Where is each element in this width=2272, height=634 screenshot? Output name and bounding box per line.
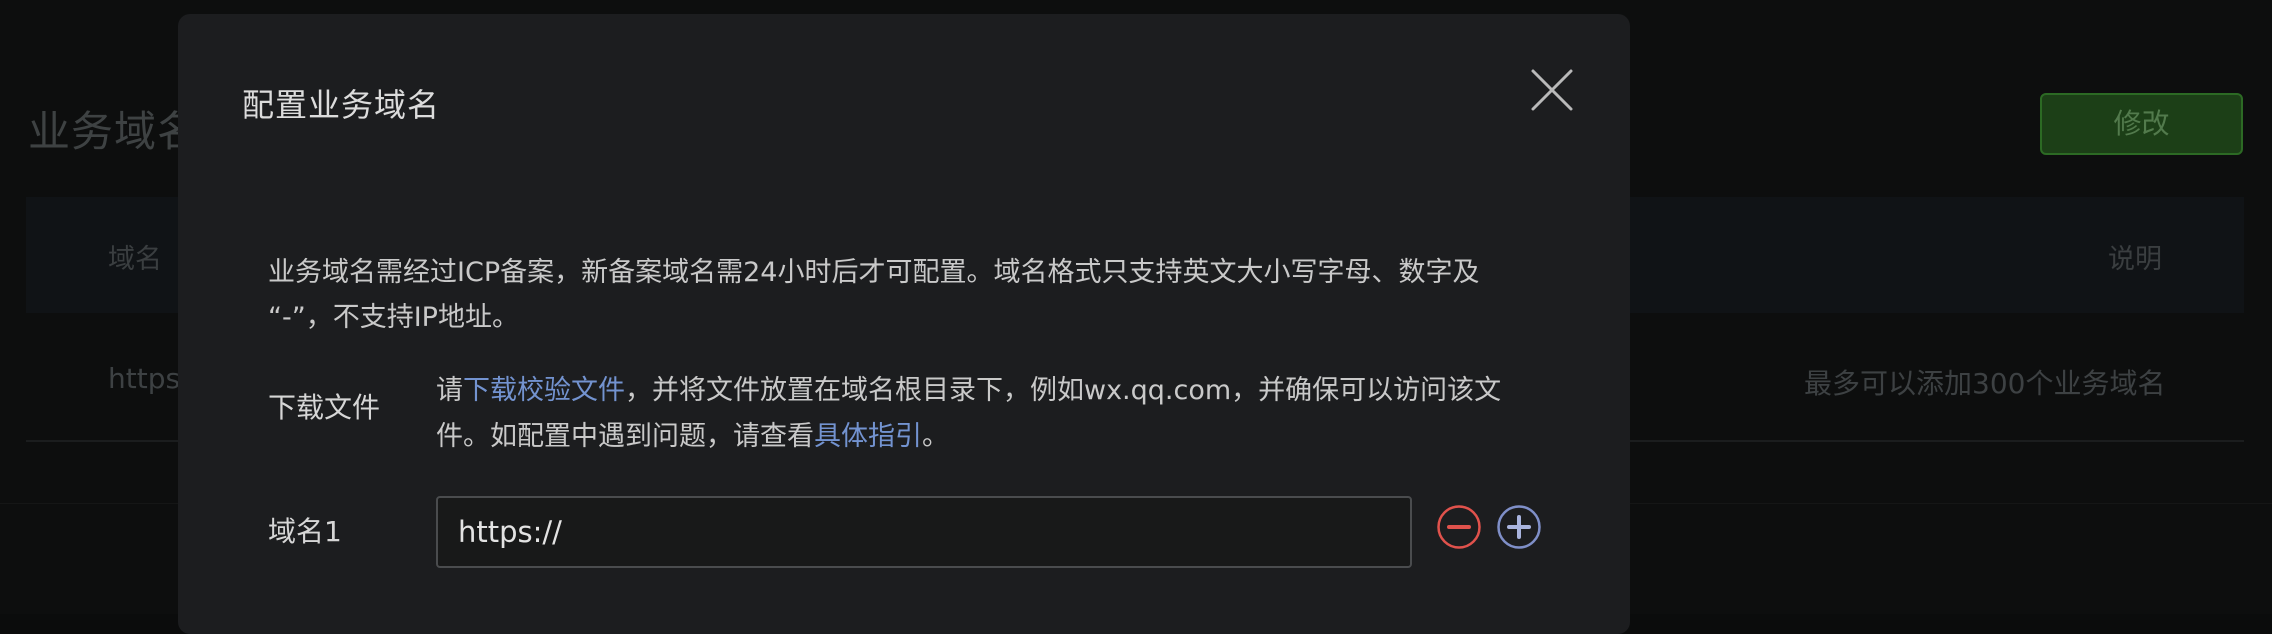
column-header-domain: 域名 bbox=[108, 244, 162, 275]
column-header-description: 说明 bbox=[2108, 244, 2162, 275]
section-title: 业务域名 bbox=[28, 107, 201, 156]
download-verification-file-link[interactable]: 下载校验文件 bbox=[463, 375, 625, 406]
configure-domain-dialog: 配置业务域名 业务域名需经过ICP备案，新备案域名需24小时后才可配置。域名格式… bbox=[178, 14, 1630, 634]
specific-guide-link[interactable]: 具体指引 bbox=[814, 421, 922, 452]
download-text-prefix: 请 bbox=[436, 375, 463, 406]
close-icon bbox=[1531, 69, 1573, 111]
minus-circle-icon bbox=[1437, 505, 1481, 549]
table-cell-domain: https bbox=[108, 362, 181, 395]
download-text-suffix: 。 bbox=[922, 421, 949, 452]
dialog-title: 配置业务域名 bbox=[242, 86, 441, 124]
add-domain-button[interactable] bbox=[1496, 504, 1542, 550]
domain-field-label: 域名1 bbox=[268, 515, 342, 548]
domain-input[interactable] bbox=[436, 496, 1412, 568]
download-instructions: 请下载校验文件，并将文件放置在域名根目录下，例如wx.qq.com，并确保可以访… bbox=[436, 368, 1546, 460]
remove-domain-button[interactable] bbox=[1436, 504, 1482, 550]
edit-button: 修改 bbox=[2040, 93, 2243, 155]
intro-text: 业务域名需经过ICP备案，新备案域名需24小时后才可配置。域名格式只支持英文大小… bbox=[268, 257, 1480, 333]
download-file-label: 下载文件 bbox=[268, 391, 381, 424]
close-button[interactable] bbox=[1524, 62, 1580, 118]
plus-circle-icon bbox=[1497, 505, 1541, 549]
table-cell-description: 最多可以添加300个业务域名 bbox=[1804, 367, 2166, 400]
